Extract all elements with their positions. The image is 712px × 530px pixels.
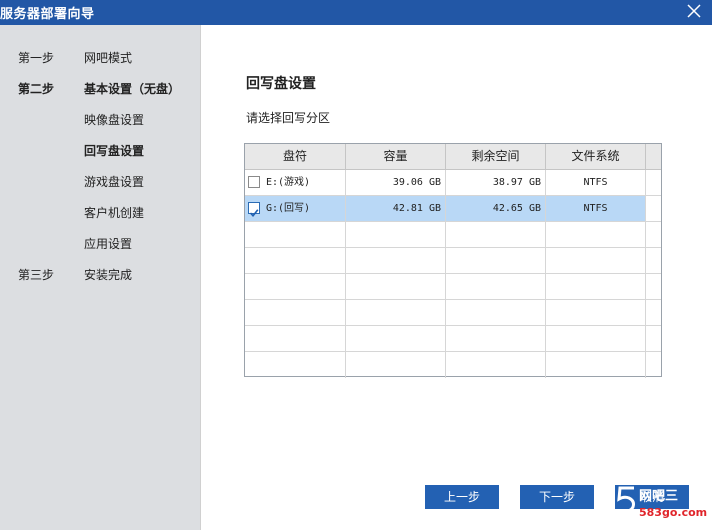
step-label: 第三步 xyxy=(18,268,55,282)
previous-step-button[interactable]: 上一步 xyxy=(425,485,499,509)
column-header[interactable]: 盘符 xyxy=(245,144,346,170)
empty-row xyxy=(245,352,661,378)
filler-cell xyxy=(646,170,661,196)
step-item-install-complete: 安装完成 xyxy=(84,268,133,282)
filler-cell xyxy=(646,196,661,222)
step-item-client-create: 客户机创建 xyxy=(84,206,145,220)
step-label: 第一步 xyxy=(18,51,55,65)
capacity-cell: 39.06 GB xyxy=(346,170,446,196)
empty-row xyxy=(245,222,661,248)
drive-cell: E:(游戏) xyxy=(245,170,346,196)
column-header[interactable]: 文件系统 xyxy=(546,144,646,170)
close-icon[interactable] xyxy=(684,1,704,21)
capacity-cell: 42.81 GB xyxy=(346,196,446,222)
table-header: 盘符 容量 剩余空间 文件系统 xyxy=(245,144,661,170)
wizard-steps-sidebar: 第一步 网吧模式 第二步 基本设置（无盘） 映像盘设置 回写盘设置 游戏盘设置 … xyxy=(0,25,200,530)
title-bar: 服务器部署向导 xyxy=(0,0,712,25)
partition-table: 盘符 容量 剩余空间 文件系统 E:(游戏) 39.06 GB 38.97 GB… xyxy=(244,143,662,378)
free-space-cell: 42.65 GB xyxy=(446,196,546,222)
table-row-selected[interactable]: G:(回写) 42.81 GB 42.65 GB NTFS xyxy=(245,196,661,222)
instruction-text: 请选择回写分区 xyxy=(246,111,331,125)
step-item-game-disk: 游戏盘设置 xyxy=(84,175,145,189)
drive-letter: G:(回写) xyxy=(266,203,311,214)
step-item-app-settings: 应用设置 xyxy=(84,237,133,251)
column-header-filler xyxy=(646,144,661,170)
column-header[interactable]: 容量 xyxy=(346,144,446,170)
step-item-writeback-disk: 回写盘设置 xyxy=(84,144,145,158)
table-row[interactable]: E:(游戏) 39.06 GB 38.97 GB NTFS xyxy=(245,170,661,196)
step-item-image-disk: 映像盘设置 xyxy=(84,113,145,127)
step-item-basic-settings: 基本设置（无盘） xyxy=(84,82,181,96)
window-title: 服务器部署向导 xyxy=(0,7,95,22)
empty-row xyxy=(245,300,661,326)
page-title: 回写盘设置 xyxy=(246,76,316,92)
watermark-url: 583go.com xyxy=(639,506,708,519)
step-item-internet-cafe-mode: 网吧模式 xyxy=(84,51,133,65)
checkmark-icon xyxy=(249,209,259,218)
partition-checkbox-checked[interactable] xyxy=(248,202,260,218)
empty-row xyxy=(245,248,661,274)
drive-letter: E:(游戏) xyxy=(266,177,311,188)
step-label-current: 第二步 xyxy=(18,82,55,96)
empty-row xyxy=(245,326,661,352)
empty-row xyxy=(245,274,661,300)
watermark-logo: 网吧三 583go.com xyxy=(612,482,712,530)
watermark-text: 网吧三 xyxy=(639,489,679,504)
logo-5-icon xyxy=(617,486,635,513)
filesystem-cell: NTFS xyxy=(546,170,646,196)
filesystem-cell: NTFS xyxy=(546,196,646,222)
next-step-button[interactable]: 下一步 xyxy=(520,485,594,509)
column-header[interactable]: 剩余空间 xyxy=(446,144,546,170)
partition-checkbox[interactable] xyxy=(248,176,260,188)
drive-cell: G:(回写) xyxy=(245,196,346,222)
free-space-cell: 38.97 GB xyxy=(446,170,546,196)
